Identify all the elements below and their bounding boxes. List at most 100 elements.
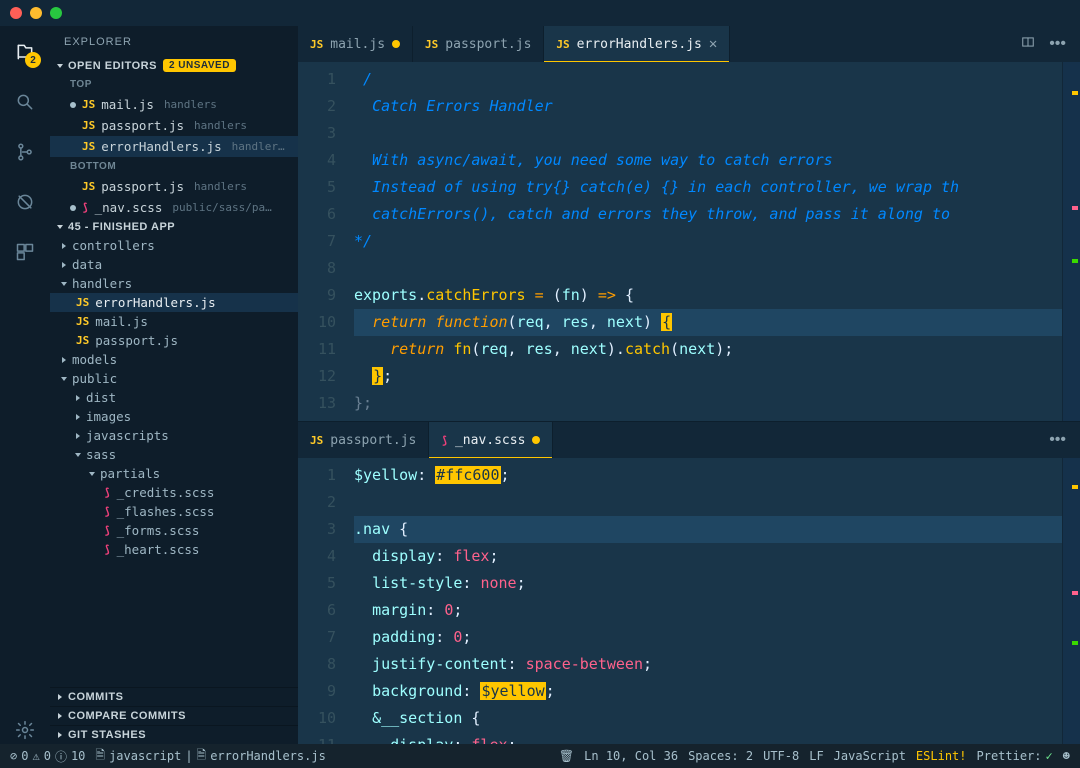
sidebar-section-header[interactable]: Compare Commits — [50, 706, 298, 725]
tree-item[interactable]: JSpassport.js — [50, 331, 298, 350]
tree-item[interactable]: JSerrorHandlers.js — [50, 293, 298, 312]
more-actions-icon[interactable]: ••• — [1049, 431, 1066, 449]
tree-item[interactable]: sass — [50, 445, 298, 464]
tree-item-label: errorHandlers.js — [95, 295, 215, 310]
status-live-icon[interactable]: 🗑 — [559, 749, 574, 763]
more-actions-icon[interactable]: ••• — [1049, 35, 1066, 53]
editor-tab[interactable]: JSpassport.js — [298, 422, 429, 458]
chevron-down-icon — [61, 282, 67, 286]
status-eol[interactable]: LF — [809, 749, 823, 763]
close-icon[interactable]: ✕ — [709, 36, 717, 52]
split-editor-icon[interactable] — [1021, 35, 1035, 54]
editor-tab[interactable]: ⟆ _nav.scss — [429, 422, 553, 458]
tree-item[interactable]: controllers — [50, 236, 298, 255]
chevron-right-icon — [62, 262, 66, 268]
file-dir: handler… — [232, 140, 285, 153]
tree-item-label: _credits.scss — [117, 485, 215, 500]
explorer-title: EXPLORER — [50, 26, 298, 56]
tree-item-label: controllers — [72, 238, 155, 253]
minimap[interactable] — [1062, 458, 1080, 744]
file-dir: handlers — [194, 180, 247, 193]
explorer-activity-icon[interactable]: 2 — [11, 38, 39, 66]
tree-item[interactable]: partials — [50, 464, 298, 483]
warning-icon: ⚠ — [32, 749, 39, 763]
source-control-activity-icon[interactable] — [11, 138, 39, 166]
modified-dot-icon — [70, 205, 76, 211]
open-editors-header[interactable]: Open Editors 2 UNSAVED — [50, 56, 298, 75]
chevron-right-icon — [58, 694, 62, 700]
tree-item[interactable]: dist — [50, 388, 298, 407]
tree-item-label: partials — [100, 466, 160, 481]
tree-item[interactable]: ⟆_forms.scss — [50, 521, 298, 540]
minimap[interactable] — [1062, 62, 1080, 421]
chevron-down-icon — [57, 64, 63, 68]
chevron-right-icon — [76, 433, 80, 439]
open-editor-item[interactable]: JSerrorHandlers.jshandler… — [50, 136, 298, 157]
line-number-gutter: 12345678910111213 — [298, 62, 354, 421]
line-number-gutter: 123456789101112 — [298, 458, 354, 744]
chevron-right-icon — [76, 395, 80, 401]
scss-file-icon: ⟆ — [441, 434, 448, 447]
zoom-window-icon[interactable] — [50, 7, 62, 19]
tree-item[interactable]: ⟆ _credits.scss — [50, 483, 298, 502]
tree-item[interactable]: ⟆_heart.scss — [50, 540, 298, 559]
search-activity-icon[interactable] — [11, 88, 39, 116]
project-header[interactable]: 45 - Finished App — [50, 218, 298, 236]
tree-item[interactable]: models — [50, 350, 298, 369]
tree-item-label: public — [72, 371, 117, 386]
open-editor-item[interactable]: JSpassport.jshandlers — [50, 176, 298, 197]
tree-item[interactable]: javascripts — [50, 426, 298, 445]
chevron-right-icon — [62, 243, 66, 249]
scss-file-icon: ⟆ — [82, 201, 89, 214]
tree-item[interactable]: ⟆_flashes.scss — [50, 502, 298, 521]
status-language-mode[interactable]: JavaScript — [834, 749, 906, 763]
status-indent[interactable]: Spaces: 2 — [688, 749, 753, 763]
file-dir: handlers — [164, 98, 217, 111]
tree-item[interactable]: public — [50, 369, 298, 388]
file-name: _nav.scss — [95, 200, 163, 215]
minimize-window-icon[interactable] — [30, 7, 42, 19]
file-name: errorHandlers.js — [101, 139, 221, 154]
open-editor-item[interactable]: ⟆_nav.scsspublic/sass/pa… — [50, 197, 298, 218]
code-editor[interactable]: 123456789101112 $yellow: #ffc600; .nav {… — [298, 458, 1080, 744]
editor-tabs: JSmail.jsJSpassport.jsJSerrorHandlers.js… — [298, 26, 1080, 62]
tree-item[interactable]: images — [50, 407, 298, 426]
tree-item[interactable]: JSmail.js — [50, 312, 298, 331]
status-language-scope[interactable]: 🗎 javascript | 🗎 errorHandlers.js — [95, 746, 325, 767]
scss-file-icon: ⟆ — [104, 486, 111, 499]
sidebar-section-header[interactable]: Git Stashes — [50, 725, 298, 744]
file-icon: 🗎 — [197, 746, 207, 767]
code-editor[interactable]: 12345678910111213 / Catch Errors Handler… — [298, 62, 1080, 421]
info-icon: ⓘ — [55, 748, 67, 765]
open-editor-item[interactable]: JSmail.jshandlers — [50, 94, 298, 115]
tab-label: mail.js — [330, 37, 385, 52]
tree-item[interactable]: handlers — [50, 274, 298, 293]
status-prettier[interactable]: Prettier: ✓ — [977, 749, 1053, 763]
editor-tab[interactable]: JSmail.js — [298, 26, 413, 62]
status-problems[interactable]: ⊘0 ⚠0 ⓘ10 — [10, 748, 85, 765]
file-name: passport.js — [101, 179, 184, 194]
js-file-icon: JS — [556, 38, 569, 51]
open-editor-item[interactable]: JSpassport.jshandlers — [50, 115, 298, 136]
settings-gear-icon[interactable] — [11, 716, 39, 744]
status-feedback-icon[interactable]: ☻ — [1063, 749, 1070, 763]
tree-item[interactable]: data — [50, 255, 298, 274]
status-eslint[interactable]: ESLint! — [916, 749, 967, 763]
tab-label: passport.js — [445, 37, 531, 52]
close-window-icon[interactable] — [10, 7, 22, 19]
chevron-down-icon — [57, 225, 63, 229]
chevron-right-icon — [62, 357, 66, 363]
tab-label: _nav.scss — [455, 433, 525, 448]
debug-activity-icon[interactable] — [11, 188, 39, 216]
editor-tab[interactable]: JSerrorHandlers.js✕ — [544, 26, 730, 62]
unsaved-badge: 2 UNSAVED — [163, 59, 236, 72]
status-encoding[interactable]: UTF-8 — [763, 749, 799, 763]
activity-bar: 2 — [0, 26, 50, 744]
editor-tab[interactable]: JSpassport.js — [413, 26, 544, 62]
extensions-activity-icon[interactable] — [11, 238, 39, 266]
tab-label: passport.js — [330, 433, 416, 448]
editor-tabs: JSpassport.js ⟆ _nav.scss ••• — [298, 422, 1080, 458]
chevron-right-icon — [76, 414, 80, 420]
status-cursor-position[interactable]: Ln 10, Col 36 — [584, 749, 678, 763]
sidebar-section-header[interactable]: Commits — [50, 687, 298, 706]
